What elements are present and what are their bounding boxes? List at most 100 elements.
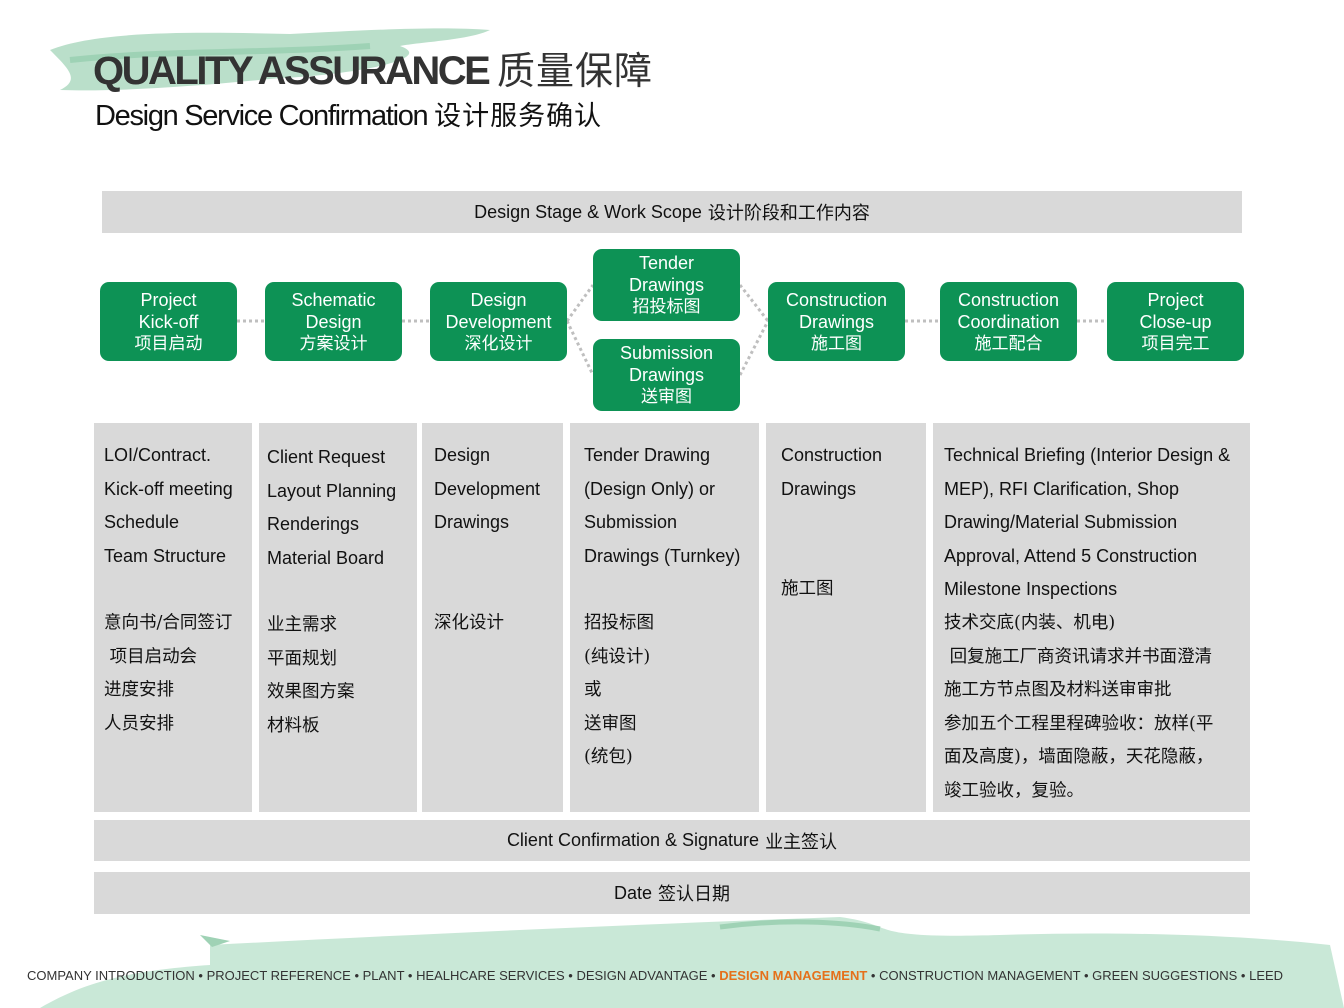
stage-label-cn: 项目完工 [1141, 333, 1210, 354]
stage-header-bar: Design Stage & Work Scope 设计阶段和工作内容 [102, 191, 1242, 233]
footer-separator: • [1237, 968, 1250, 983]
footer-nav-item[interactable]: HEALHCARE SERVICES [416, 968, 565, 983]
scope-cn-block: 深化设计 [434, 607, 553, 641]
scope-column-construction-coordination: Technical Briefing (Interior Design & ME… [933, 423, 1250, 812]
stage-label-line2: Drawings [798, 311, 875, 332]
scope-en-line: Submission [584, 512, 678, 533]
footer-separator: • [350, 968, 363, 983]
footer-separator: • [867, 968, 880, 983]
scope-cn-line: 施工方节点图及材料送审审批 [944, 680, 1172, 701]
stage-design-development: Design Development 深化设计 [430, 282, 567, 361]
stage-tender-drawings: Tender Drawings 招投标图 [593, 249, 740, 321]
scope-en-line: Drawings [781, 478, 857, 499]
scope-cn-line: (纯设计) [584, 646, 651, 667]
stage-label-cn: 项目启动 [134, 333, 203, 354]
scope-column-development: Design Development Drawings 深化设计 [422, 423, 563, 812]
brush-stroke-decoration [40, 917, 1344, 1008]
scope-cn-block: 技术交底(内装、机电) 回复施工厂商资讯请求并书面澄清 施工方节点图及材料送审审… [944, 607, 1240, 809]
scope-cn-line: 面及高度)，墙面隐蔽，天花隐蔽， [944, 747, 1214, 768]
scope-cn-block: 招投标图 (纯设计) 或 送审图 (统包) [584, 607, 749, 775]
stage-label-line2: Design [305, 311, 362, 332]
scope-cn-block: 施工图 [781, 573, 916, 607]
stage-label-line1: Construction [785, 289, 888, 310]
client-confirmation-cn: 业主签认 [765, 831, 838, 853]
scope-cn-line: 项目启动会 [104, 646, 198, 667]
scope-en-line: Renderings [267, 514, 360, 535]
stage-label-line1: Project [1147, 289, 1204, 310]
scope-en-line: Construction [781, 445, 883, 465]
stage-submission-drawings: Submission Drawings 送审图 [593, 339, 740, 411]
stage-label-line1: Tender [638, 253, 695, 273]
scope-column-construction-drawings: Construction Drawings 施工图 [766, 423, 926, 812]
footer-separator: • [707, 968, 720, 983]
scope-en-line: LOI/Contract. [104, 445, 212, 465]
scope-en-line: Team Structure [104, 545, 227, 566]
scope-en-line: Drawings (Turnkey) [584, 545, 741, 566]
scope-en-line: Technical Briefing (Interior Design & [944, 445, 1231, 465]
stage-label-cn: 方案设计 [299, 333, 368, 354]
scope-cn-line: 回复施工厂商资讯请求并书面澄清 [944, 646, 1213, 667]
stage-header-en: Design Stage & Work Scope [474, 201, 702, 222]
date-bar: Date 签认日期 [94, 872, 1250, 914]
stage-header-cn: 设计阶段和工作内容 [707, 203, 870, 224]
footer-nav-item[interactable]: COMPANY INTRODUCTION [27, 968, 195, 983]
footer-nav-item[interactable]: CONSTRUCTION MANAGEMENT [879, 968, 1080, 983]
stage-label-cn: 施工配合 [974, 333, 1043, 354]
scope-cn-line: 意向书/合同签订 [104, 612, 233, 633]
scope-cn-line: 送审图 [584, 713, 637, 734]
scope-en-line: Tender Drawing [584, 445, 711, 465]
scope-cn-line: 竣工验收，复验。 [944, 780, 1084, 801]
footer-separator: • [1080, 968, 1093, 983]
scope-en-line: Design [434, 445, 491, 465]
scope-en-line: Material Board [267, 547, 385, 568]
stage-construction-coordination: Construction Coordination 施工配合 [940, 282, 1077, 361]
scope-en-line: MEP), RFI Clarification, Shop [944, 478, 1180, 499]
scope-cn-line: 深化设计 [434, 612, 504, 633]
scope-en-line: Client Request [267, 447, 386, 467]
scope-column-kickoff: LOI/Contract. Kick-off meeting Schedule … [94, 423, 252, 812]
scope-cn-line: 招投标图 [584, 612, 654, 633]
footer-nav-item[interactable]: DESIGN ADVANTAGE [576, 968, 707, 983]
scope-cn-line: 进度安排 [104, 680, 174, 701]
page-subtitle-en: Design Service Confirmation [95, 100, 429, 132]
footer-nav-item[interactable]: PLANT [363, 968, 405, 983]
stage-label-line2: Coordination [957, 311, 1060, 332]
footer-nav-item-active[interactable]: DESIGN MANAGEMENT [719, 968, 867, 983]
client-confirmation-en: Client Confirmation & Signature [506, 830, 760, 850]
footer-nav: COMPANY INTRODUCTION • PROJECT REFERENCE… [27, 968, 1283, 983]
scope-en-line: Approval, Attend 5 Construction [944, 545, 1198, 566]
scope-column-schematic: Client Request Layout Planning Rendering… [259, 423, 417, 812]
stage-label-cn: 送审图 [641, 387, 692, 407]
scope-en-line: (Design Only) or [584, 478, 716, 499]
scope-en-line: Drawings [434, 512, 510, 533]
scope-cn-block: 业主需求 平面规划 效果图方案 材料板 [267, 609, 407, 743]
scope-cn-line: 技术交底(内装、机电) [944, 612, 1116, 633]
client-confirmation-bar: Client Confirmation & Signature 业主签认 [94, 820, 1250, 861]
page-title: QUALITY ASSURANCE 质量保障 [93, 40, 653, 95]
footer-nav-item[interactable]: PROJECT REFERENCE [207, 968, 351, 983]
stage-schematic-design: Schematic Design 方案设计 [265, 282, 402, 361]
stage-label-line2: Kick-off [138, 311, 199, 332]
footer-separator: • [404, 968, 417, 983]
page-title-en: QUALITY ASSURANCE [93, 49, 491, 93]
footer-nav-item[interactable]: LEED [1249, 968, 1283, 983]
page-title-cn: 质量保障 [496, 49, 653, 93]
scope-en-line: Drawing/Material Submission [944, 512, 1178, 533]
stage-project-closeup: Project Close-up 项目完工 [1107, 282, 1244, 361]
stage-construction-drawings: Construction Drawings 施工图 [768, 282, 905, 361]
footer-separator: • [564, 968, 577, 983]
scope-cn-line: 材料板 [267, 715, 320, 736]
stage-label-line2: Drawings [628, 365, 705, 385]
scope-en-line: Milestone Inspections [944, 579, 1118, 600]
scope-cn-line: 平面规划 [267, 648, 337, 669]
stage-label-line1: Design [470, 289, 527, 310]
scope-cn-block: 意向书/合同签订 项目启动会 进度安排 人员安排 [104, 607, 242, 741]
scope-cn-line: (统包) [584, 747, 633, 768]
scope-en-line: Kick-off meeting [104, 478, 233, 499]
stage-label-line1: Project [140, 289, 197, 310]
scope-cn-line: 参加五个工程里程碑验收：放样(平 [944, 713, 1214, 734]
stage-label-cn: 施工图 [811, 333, 862, 354]
scope-en-line: Development [434, 478, 541, 499]
scope-en-line: Schedule [104, 512, 180, 533]
footer-nav-item[interactable]: GREEN SUGGESTIONS [1092, 968, 1237, 983]
